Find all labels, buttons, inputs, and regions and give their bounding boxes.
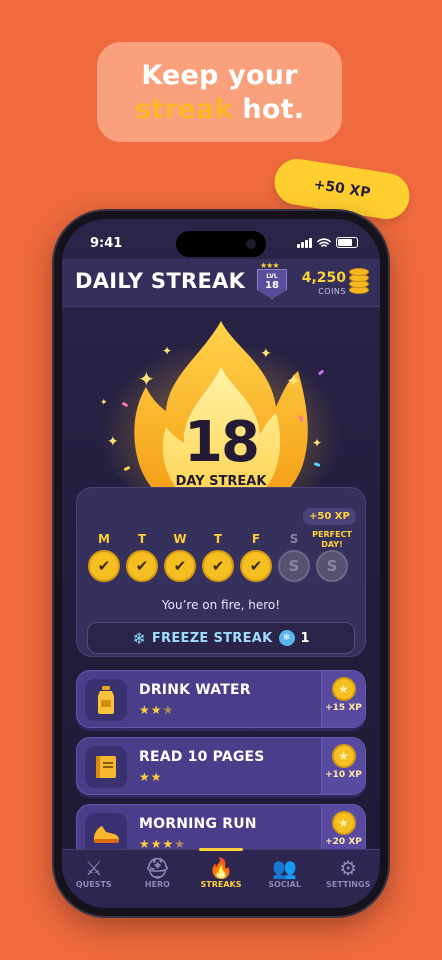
day-letter: T: [137, 532, 147, 546]
sparkle-icon: ✦: [286, 371, 302, 392]
day-letter: F: [251, 532, 261, 546]
quest-card[interactable]: DRINK WATER ★★★ ★ +15 XP: [76, 670, 366, 728]
tab-bar: ⚔ QUESTS ⛑ HERO 🔥 STREAKS 👥 SOCIAL ⚙ SETTINGS: [62, 848, 380, 908]
day-item: S: [315, 532, 349, 582]
empty-day-icon: S: [316, 550, 348, 582]
quest-xp: +15 XP: [325, 703, 362, 713]
day-item: T ✔: [201, 532, 235, 582]
difficulty-stars: ★★: [139, 770, 163, 784]
sword-icon: ⚔: [84, 856, 103, 880]
gear-icon: ⚙: [339, 856, 358, 880]
coin-icon: ★: [331, 744, 356, 768]
promo-line-1: Keep your: [141, 60, 298, 91]
tab-label: SOCIAL: [268, 880, 301, 889]
snowflake-icon: ❄: [132, 628, 146, 648]
day-letter: M: [98, 532, 110, 546]
week-days: M ✔ T ✔ W ✔ T ✔ F ✔ SS S: [87, 532, 357, 582]
promo-highlight: streak: [134, 94, 233, 125]
check-icon: ✔: [126, 550, 158, 582]
day-item: W ✔: [163, 532, 197, 582]
bonus-xp-badge: +50 XP: [303, 508, 356, 525]
tab-label: SETTINGS: [326, 880, 371, 889]
quest-title: DRINK WATER: [139, 682, 251, 698]
quest-xp: +10 XP: [325, 770, 362, 780]
day-letter: [315, 532, 349, 550]
day-letter: T: [213, 532, 223, 546]
tab-settings[interactable]: ⚙ SETTINGS: [316, 850, 380, 908]
check-icon: ✔: [88, 550, 120, 582]
streak-flame: ✦ ✦ ✦ ✦ ✦ ✦ ✦ 18 DAY STREAK: [62, 307, 380, 507]
app-screen: 9:41 DAILY STREAK ★★★ LVL 18 4,250 COINS: [62, 219, 380, 908]
day-letter: W: [173, 532, 187, 546]
camera-icon: [246, 239, 256, 249]
difficulty-stars: ★★★: [139, 703, 175, 717]
day-item: SS: [277, 532, 311, 582]
day-item: T ✔: [125, 532, 159, 582]
sparkle-icon: ✦: [162, 344, 173, 358]
tab-label: QUESTS: [75, 880, 112, 889]
battery-icon: [336, 237, 358, 248]
coin-icon: ★: [331, 811, 356, 835]
wifi-icon: [317, 237, 331, 247]
water-bottle-icon: [85, 679, 127, 721]
coin-stack-icon: [349, 268, 371, 296]
empty-day-icon: S: [278, 550, 310, 582]
helmet-icon: ⛑: [144, 856, 171, 880]
quest-card[interactable]: READ 10 PAGES ★★ ★ +10 XP: [76, 737, 366, 795]
tab-hero[interactable]: ⛑ HERO: [126, 850, 190, 908]
check-icon: ✔: [164, 550, 196, 582]
promo-bubble: Keep your streak hot.: [97, 42, 342, 142]
quest-title: READ 10 PAGES: [139, 749, 265, 765]
tab-streaks[interactable]: 🔥 STREAKS: [189, 848, 253, 908]
level-badge[interactable]: ★★★ LVL 18: [257, 261, 287, 299]
signal-icon: [297, 237, 312, 248]
people-icon: 👥: [272, 856, 298, 880]
freeze-streak-button[interactable]: ❄ FREEZE STREAK ❄ 1: [87, 622, 355, 654]
quest-reward: ★ +15 XP: [321, 671, 365, 727]
streak-message: You’re on fire, hero!: [161, 598, 281, 612]
snowflake-icon: ❄: [278, 630, 295, 646]
status-icons: [297, 237, 358, 248]
sparkle-icon: ✦: [138, 367, 155, 391]
level-number: 18: [265, 280, 279, 291]
tab-label: STREAKS: [200, 880, 242, 889]
quest-reward: ★ +10 XP: [321, 738, 365, 794]
tab-social[interactable]: 👥 SOCIAL: [253, 850, 317, 908]
quest-xp: +20 XP: [325, 837, 362, 847]
stars-icon: ★★★: [260, 261, 279, 270]
coins-label: COINS: [318, 287, 346, 296]
tab-label: HERO: [144, 880, 170, 889]
day-item: F ✔: [239, 532, 273, 582]
promo-line-2: streak hot.: [97, 93, 342, 127]
sparkle-icon: ✦: [260, 346, 272, 362]
freeze-count: 1: [300, 630, 310, 646]
check-icon: ✔: [240, 550, 272, 582]
book-icon: [85, 746, 127, 788]
check-icon: ✔: [202, 550, 234, 582]
flame-icon: 🔥: [208, 856, 234, 880]
sparkle-icon: ✦: [100, 398, 108, 408]
freeze-streak-label: FREEZE STREAK: [151, 630, 273, 646]
week-card: +50 XP PERFECT DAY! M ✔ T ✔ W ✔ T ✔ F ✔ SS S …: [76, 487, 366, 657]
promo-rest: hot.: [232, 94, 305, 125]
quest-title: MORNING RUN: [139, 816, 257, 832]
phone-frame: 9:41 DAILY STREAK ★★★ LVL 18 4,250 COINS: [54, 211, 388, 916]
level-label: LVL: [266, 273, 278, 280]
streak-count: 18: [184, 410, 260, 475]
tab-quests[interactable]: ⚔ QUESTS: [62, 850, 126, 908]
status-time: 9:41: [90, 236, 123, 251]
day-item: M ✔: [87, 532, 121, 582]
app-header: DAILY STREAK ★★★ LVL 18 4,250 COINS: [62, 259, 380, 307]
day-letter: S: [289, 532, 299, 546]
dynamic-island: [176, 231, 266, 257]
page-title: DAILY STREAK: [75, 269, 246, 293]
coin-icon: ★: [331, 677, 356, 701]
coins-count: 4,250: [301, 270, 346, 286]
